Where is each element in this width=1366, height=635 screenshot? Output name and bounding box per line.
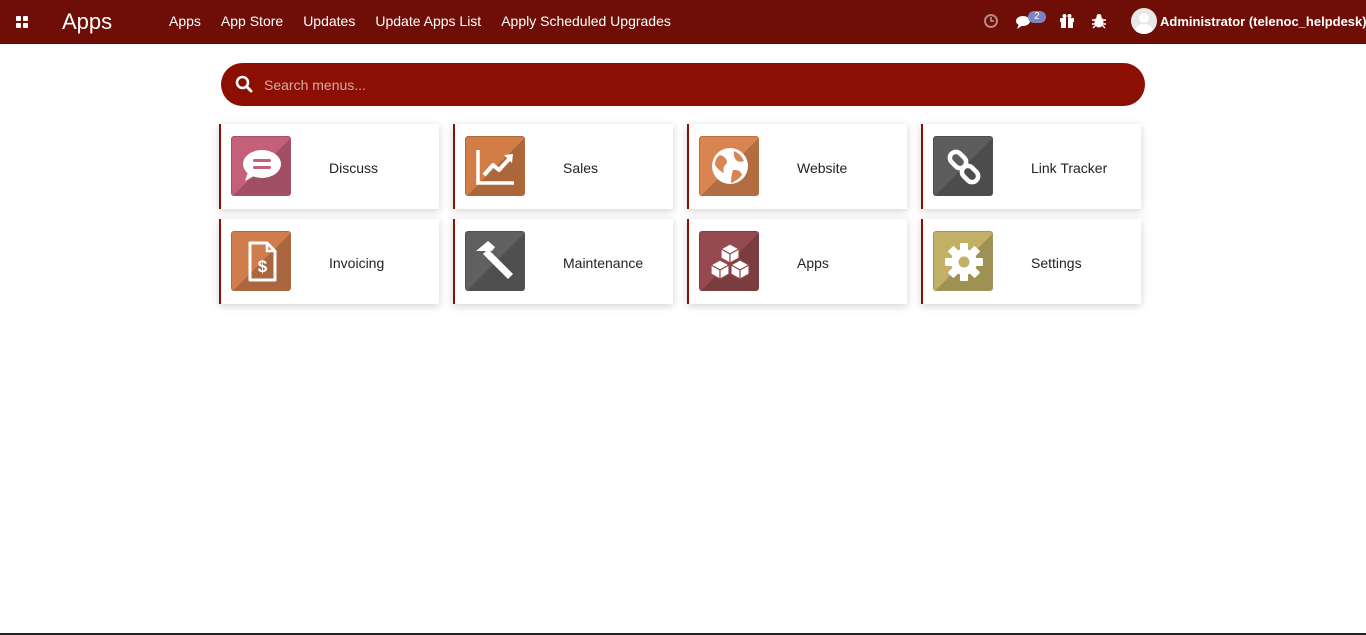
sales-chart-icon: [465, 136, 525, 196]
invoice-icon: $: [231, 231, 291, 291]
messages-count-badge: 2: [1028, 11, 1046, 23]
link-icon: [933, 136, 993, 196]
app-label: Apps: [797, 255, 829, 271]
app-tile-discuss[interactable]: Discuss: [219, 124, 439, 209]
avatar: [1131, 8, 1157, 34]
top-navbar: Apps Apps App Store Updates Update Apps …: [0, 0, 1366, 44]
app-label: Invoicing: [329, 255, 385, 271]
app-tile-invoicing[interactable]: $ Invoicing: [219, 219, 439, 304]
app-tile-link-tracker[interactable]: Link Tracker: [921, 124, 1141, 209]
bug-icon[interactable]: [1090, 12, 1108, 30]
app-tile-website[interactable]: Website: [687, 124, 907, 209]
cubes-icon: [699, 231, 759, 291]
app-label: Website: [797, 160, 848, 176]
search-bar: [221, 63, 1145, 106]
user-name: Administrator (telenoc_helpdesk): [1160, 13, 1366, 29]
menu-update-apps-list[interactable]: Update Apps List: [375, 13, 481, 29]
app-tile-sales[interactable]: Sales: [453, 124, 673, 209]
search-menus-input[interactable]: [264, 74, 1124, 96]
top-menu: Apps App Store Updates Update Apps List …: [169, 13, 691, 29]
svg-text:$: $: [258, 257, 268, 276]
menu-app-store[interactable]: App Store: [221, 13, 283, 29]
gift-icon[interactable]: [1058, 12, 1076, 30]
menu-apps[interactable]: Apps: [169, 13, 201, 29]
app-label: Maintenance: [563, 255, 644, 271]
gear-icon: [933, 231, 993, 291]
app-label: Link Tracker: [1031, 160, 1108, 176]
app-label: Sales: [563, 160, 599, 176]
hammer-icon: [465, 231, 525, 291]
app-tile-settings[interactable]: Settings: [921, 219, 1141, 304]
clock-icon[interactable]: [982, 12, 1000, 30]
brand-title: Apps: [62, 9, 113, 34]
menu-updates[interactable]: Updates: [303, 13, 355, 29]
app-switcher-grid-icon[interactable]: [14, 14, 30, 30]
app-label: Settings: [1031, 255, 1082, 271]
globe-icon: [699, 136, 759, 196]
menu-apply-scheduled-upgrades[interactable]: Apply Scheduled Upgrades: [501, 13, 671, 29]
app-tile-maintenance[interactable]: Maintenance: [453, 219, 673, 304]
app-tile-apps[interactable]: Apps: [687, 219, 907, 304]
app-label: Discuss: [329, 160, 379, 176]
discuss-icon: [231, 136, 291, 196]
user-menu[interactable]: Administrator (telenoc_helpdesk): [1131, 8, 1366, 34]
search-icon: [235, 75, 253, 93]
